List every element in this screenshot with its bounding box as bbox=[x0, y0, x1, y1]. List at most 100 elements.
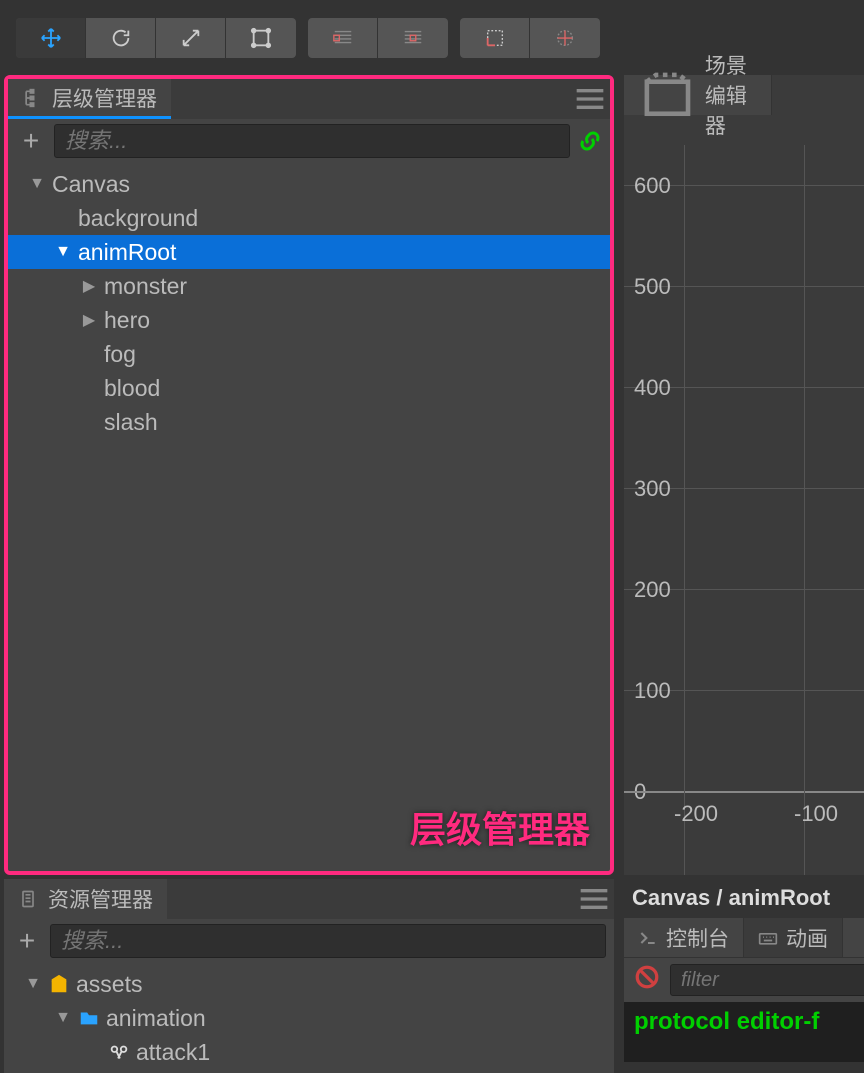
hamburger-icon bbox=[570, 79, 610, 119]
hierarchy-tab-label: 层级管理器 bbox=[52, 83, 157, 113]
assets-icon bbox=[18, 889, 38, 909]
hierarchy-tab[interactable]: 层级管理器 bbox=[8, 79, 171, 119]
animation-tab[interactable]: 动画 bbox=[744, 918, 843, 957]
console-output: protocol editor-f bbox=[624, 1002, 864, 1062]
console-filter-input[interactable] bbox=[670, 964, 864, 996]
transform-tool-group bbox=[16, 18, 296, 58]
animation-tab-label: 动画 bbox=[786, 923, 828, 953]
ruler-label: 500 bbox=[634, 274, 671, 300]
scene-tabbar: 场景编辑器 bbox=[624, 75, 864, 115]
console-panel: 控制台 动画 protocol editor-f bbox=[624, 918, 864, 1060]
hierarchy-callout: 层级管理器 bbox=[410, 801, 590, 853]
rect-tool[interactable] bbox=[226, 18, 296, 58]
grid-line bbox=[804, 145, 805, 875]
assets-tab[interactable]: 资源管理器 bbox=[4, 879, 167, 919]
hierarchy-row[interactable]: blood bbox=[8, 371, 610, 405]
assets-search-input[interactable] bbox=[50, 924, 606, 958]
ruler-label: 400 bbox=[634, 375, 671, 401]
rotate-tool[interactable] bbox=[86, 18, 156, 58]
link-button[interactable] bbox=[578, 129, 602, 153]
hierarchy-row[interactable]: monster bbox=[8, 269, 610, 303]
gizmo2-icon bbox=[554, 27, 576, 49]
hierarchy-row[interactable]: background bbox=[8, 201, 610, 235]
tree-node-label: blood bbox=[104, 375, 160, 402]
rect-icon bbox=[250, 27, 272, 49]
asset-node-label: animation bbox=[106, 1005, 206, 1032]
tree-node-label: animRoot bbox=[78, 239, 176, 266]
gizmo1-icon bbox=[484, 27, 506, 49]
add-asset-button[interactable]: + bbox=[12, 926, 42, 956]
assets-row[interactable]: assets bbox=[4, 967, 614, 1001]
hierarchy-row[interactable]: animRoot bbox=[8, 235, 610, 269]
hierarchy-menu-button[interactable] bbox=[570, 79, 610, 119]
assets-row[interactable]: animation bbox=[4, 1001, 614, 1035]
gizmo-tool-group bbox=[460, 18, 600, 58]
asset-node-label: attack1 bbox=[136, 1039, 210, 1066]
tree-node-label: hero bbox=[104, 307, 150, 334]
scene-tab[interactable]: 场景编辑器 bbox=[624, 75, 772, 115]
arrow-down-icon[interactable] bbox=[24, 975, 42, 993]
ruler-label: 300 bbox=[634, 476, 671, 502]
hierarchy-row[interactable]: slash bbox=[8, 405, 610, 439]
gizmo-tool-2[interactable] bbox=[530, 18, 600, 58]
breadcrumb-text: Canvas / animRoot bbox=[632, 885, 830, 911]
grid-line bbox=[684, 145, 685, 875]
add-node-button[interactable]: + bbox=[16, 126, 46, 156]
arrow-down-icon[interactable] bbox=[54, 1009, 72, 1027]
assets-menu-button[interactable] bbox=[574, 879, 614, 919]
scene-tab-label: 场景编辑器 bbox=[705, 50, 755, 140]
scale-tool[interactable] bbox=[156, 18, 226, 58]
scene-panel: 场景编辑器 6005004003002001000-200-100 bbox=[624, 75, 864, 875]
move-tool[interactable] bbox=[16, 18, 86, 58]
asset-node-label: assets bbox=[76, 971, 142, 998]
tree-node-label: monster bbox=[104, 273, 187, 300]
console-log-line: protocol editor-f bbox=[634, 1008, 819, 1035]
hierarchy-tabbar: 层级管理器 bbox=[8, 79, 610, 119]
scene-icon bbox=[640, 68, 695, 123]
console-icon bbox=[638, 928, 658, 948]
link-icon bbox=[578, 129, 602, 153]
hierarchy-toolbar: + bbox=[8, 119, 610, 163]
arrow-down-icon[interactable] bbox=[54, 243, 72, 261]
hierarchy-row[interactable]: Canvas bbox=[8, 167, 610, 201]
console-tab[interactable]: 控制台 bbox=[624, 918, 744, 957]
arrow-right-icon[interactable] bbox=[80, 310, 98, 330]
anchor2-icon bbox=[402, 27, 424, 49]
anchor-tool-2[interactable] bbox=[378, 18, 448, 58]
folder-icon bbox=[78, 1007, 100, 1029]
scene-breadcrumb: Canvas / animRoot bbox=[624, 878, 864, 918]
axis-x bbox=[624, 791, 864, 793]
anchor1-icon bbox=[332, 27, 354, 49]
ruler-label: -100 bbox=[794, 801, 838, 827]
anchor-tool-group bbox=[308, 18, 448, 58]
anchor-tool-1[interactable] bbox=[308, 18, 378, 58]
console-tabbar: 控制台 动画 bbox=[624, 918, 864, 958]
scene-viewport[interactable]: 6005004003002001000-200-100 bbox=[624, 145, 864, 875]
assets-tabbar: 资源管理器 bbox=[4, 879, 614, 919]
tree-node-label: slash bbox=[104, 409, 158, 436]
tree-node-label: background bbox=[78, 205, 198, 232]
hierarchy-row[interactable]: hero bbox=[8, 303, 610, 337]
rotate-icon bbox=[110, 27, 132, 49]
db-icon bbox=[48, 973, 70, 995]
assets-row[interactable]: attack1 bbox=[4, 1035, 614, 1069]
keyboard-icon bbox=[758, 928, 778, 948]
assets-tree: assets animation attack1 bbox=[4, 963, 614, 1073]
assets-panel: 资源管理器 + assets animation attack1 bbox=[4, 879, 614, 1073]
assets-tab-label: 资源管理器 bbox=[48, 884, 153, 914]
arrow-down-icon[interactable] bbox=[28, 175, 46, 193]
move-icon bbox=[40, 27, 62, 49]
console-tab-label: 控制台 bbox=[666, 923, 729, 953]
hierarchy-search-input[interactable] bbox=[54, 124, 570, 158]
gizmo-tool-1[interactable] bbox=[460, 18, 530, 58]
assets-toolbar: + bbox=[4, 919, 614, 963]
hierarchy-tree: Canvas background animRoot monster hero fog bl… bbox=[8, 163, 610, 443]
hierarchy-panel: 层级管理器 + Canvas background animRoot monster h… bbox=[4, 75, 614, 875]
arrow-right-icon[interactable] bbox=[80, 276, 98, 296]
ruler-label: 200 bbox=[634, 577, 671, 603]
clear-icon bbox=[634, 964, 660, 990]
hierarchy-row[interactable]: fog bbox=[8, 337, 610, 371]
tree-node-label: Canvas bbox=[52, 171, 130, 198]
ruler-label: -200 bbox=[674, 801, 718, 827]
clear-console-button[interactable] bbox=[634, 964, 660, 996]
